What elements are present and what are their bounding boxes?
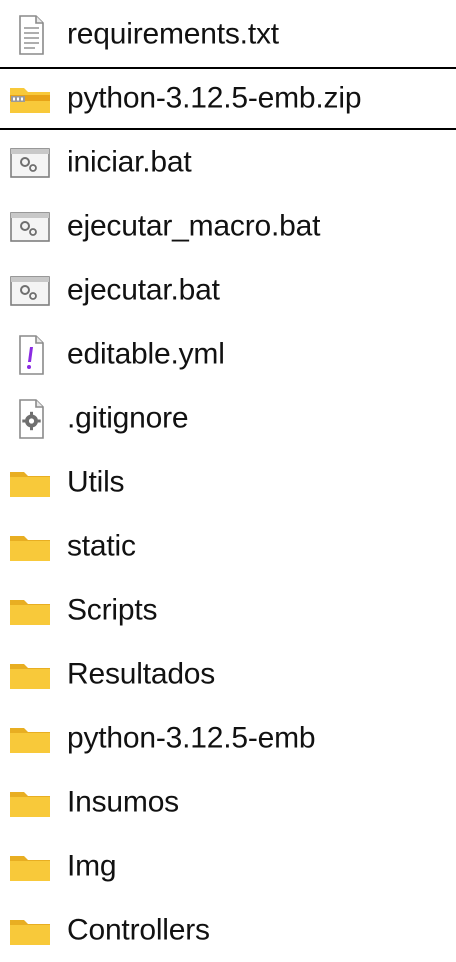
file-name: python-3.12.5-emb.zip bbox=[67, 80, 362, 114]
file-name: .gitignore bbox=[67, 400, 189, 434]
folder-name: Insumos bbox=[67, 784, 179, 818]
folder-icon bbox=[8, 527, 52, 567]
zip-archive-icon bbox=[8, 79, 52, 119]
folder-name: Utils bbox=[67, 464, 125, 498]
text-file-icon bbox=[8, 14, 52, 55]
file-row-editable-yml[interactable]: editable.yml bbox=[0, 323, 456, 386]
folder-name: Scripts bbox=[67, 592, 158, 626]
file-name: requirements.txt bbox=[67, 16, 279, 50]
folder-row-insumos[interactable]: Insumos bbox=[0, 771, 456, 834]
file-row-requirements-txt[interactable]: requirements.txt bbox=[0, 3, 456, 66]
file-name: ejecutar_macro.bat bbox=[67, 208, 321, 242]
file-name: editable.yml bbox=[67, 336, 225, 370]
file-name: ejecutar.bat bbox=[67, 272, 220, 306]
folder-name: Resultados bbox=[67, 656, 216, 690]
folder-icon bbox=[8, 783, 52, 823]
file-row-gitignore[interactable]: .gitignore bbox=[0, 387, 456, 450]
file-row-ejecutar-macro-bat[interactable]: ejecutar_macro.bat bbox=[0, 195, 456, 258]
yaml-file-icon bbox=[8, 334, 52, 375]
file-list: requirements.txt python-3.12.5-emb.zip i… bbox=[0, 0, 456, 951]
config-file-icon bbox=[8, 398, 52, 439]
file-row-python-zip[interactable]: python-3.12.5-emb.zip bbox=[0, 67, 456, 130]
folder-icon bbox=[8, 463, 52, 503]
folder-icon bbox=[8, 591, 52, 631]
file-row-ejecutar-bat[interactable]: ejecutar.bat bbox=[0, 259, 456, 322]
folder-row-static[interactable]: static bbox=[0, 515, 456, 578]
folder-row-img[interactable]: Img bbox=[0, 835, 456, 898]
folder-row-python-emb[interactable]: python-3.12.5-emb bbox=[0, 707, 456, 770]
file-name: iniciar.bat bbox=[67, 144, 192, 178]
batch-file-icon bbox=[8, 143, 52, 183]
folder-row-utils[interactable]: Utils bbox=[0, 451, 456, 514]
folder-row-controllers[interactable]: Controllers bbox=[0, 899, 456, 962]
batch-file-icon bbox=[8, 207, 52, 247]
file-row-iniciar-bat[interactable]: iniciar.bat bbox=[0, 131, 456, 194]
folder-row-scripts[interactable]: Scripts bbox=[0, 579, 456, 642]
folder-name: static bbox=[67, 528, 136, 562]
folder-icon bbox=[8, 911, 52, 951]
batch-file-icon bbox=[8, 271, 52, 311]
folder-name: python-3.12.5-emb bbox=[67, 720, 316, 754]
folder-icon bbox=[8, 847, 52, 887]
folder-name: Controllers bbox=[67, 912, 210, 946]
folder-row-resultados[interactable]: Resultados bbox=[0, 643, 456, 706]
folder-icon bbox=[8, 719, 52, 759]
folder-name: Img bbox=[67, 848, 117, 882]
folder-icon bbox=[8, 655, 52, 695]
